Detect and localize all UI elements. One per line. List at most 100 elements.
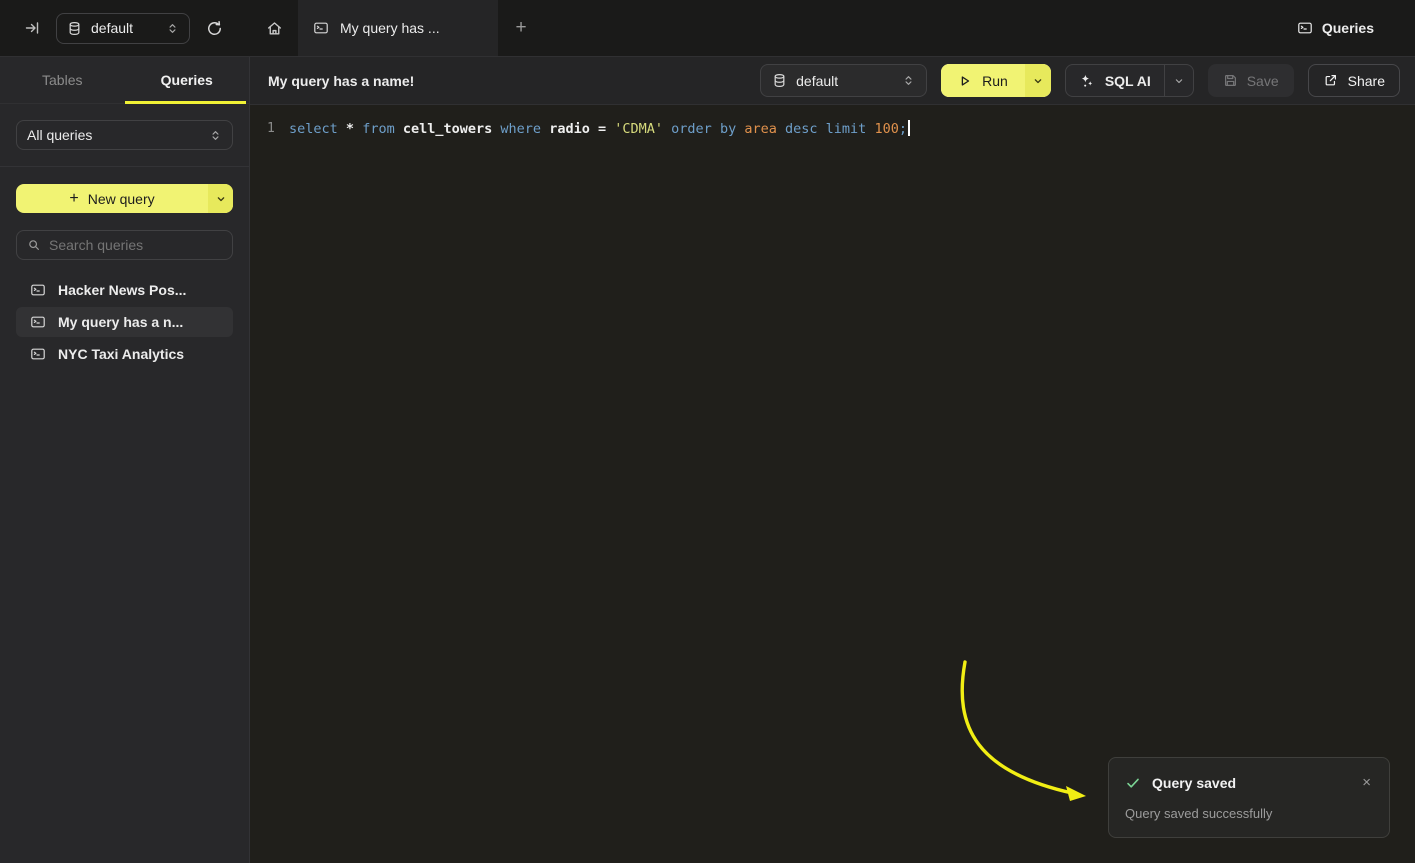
search-icon	[27, 238, 41, 252]
database-icon	[772, 73, 787, 88]
share-export-icon	[1323, 73, 1338, 88]
query-filter-value: All queries	[27, 127, 92, 143]
sidebar-tab-tables-label: Tables	[42, 72, 82, 88]
collapse-sidebar-button[interactable]	[20, 16, 44, 40]
refresh-icon	[206, 20, 223, 37]
main-area: My query has a name! default	[250, 57, 1415, 863]
chevron-updown-icon	[209, 129, 222, 142]
home-tab-button[interactable]	[250, 0, 298, 56]
sql-token: 100	[874, 121, 898, 137]
sql-token: limit	[826, 121, 867, 137]
run-button-label: Run	[982, 73, 1008, 89]
toast-message: Query saved successfully	[1125, 806, 1375, 821]
query-item-label: NYC Taxi Analytics	[58, 346, 184, 362]
query-terminal-icon	[1297, 20, 1313, 36]
sql-token	[663, 121, 671, 137]
save-button-label: Save	[1247, 73, 1279, 89]
sql-token: from	[362, 121, 395, 137]
database-selector-topbar[interactable]: default	[56, 13, 190, 44]
sql-ai-main[interactable]: SQL AI	[1066, 65, 1164, 96]
check-icon	[1125, 775, 1141, 791]
home-icon	[266, 20, 283, 37]
toast-title: Query saved	[1152, 775, 1236, 791]
queries-indicator[interactable]: Queries	[1297, 0, 1415, 56]
database-selector-value: default	[796, 73, 838, 89]
sidebar-tabs: Tables Queries	[0, 57, 249, 104]
query-terminal-icon	[30, 346, 46, 362]
sidebar-tab-queries-label: Queries	[161, 72, 213, 88]
sql-token	[590, 121, 598, 137]
sql-ai-dropdown[interactable]	[1164, 65, 1193, 96]
sparkle-icon	[1079, 73, 1095, 89]
toast-close-button[interactable]: ×	[1358, 773, 1375, 792]
refresh-button[interactable]	[202, 16, 227, 41]
share-button[interactable]: Share	[1308, 64, 1400, 97]
run-button-main[interactable]: Run	[941, 64, 1025, 97]
query-item-label: Hacker News Pos...	[58, 282, 186, 298]
query-title: My query has a name!	[268, 73, 414, 89]
sql-token: 'CDMA'	[614, 121, 663, 137]
close-icon: ×	[1362, 774, 1371, 791]
toast-header: Query saved ×	[1125, 773, 1375, 792]
sql-token	[712, 121, 720, 137]
sql-token: *	[346, 121, 354, 137]
line-number: 1	[250, 121, 275, 136]
sql-editor[interactable]: 1 select * from cell_towers where radio …	[250, 105, 1415, 863]
sidebar-tab-queries[interactable]: Queries	[125, 57, 250, 103]
sql-token	[818, 121, 826, 137]
new-query-main: + New query	[16, 184, 208, 213]
code-line-content: select * from cell_towers where radio = …	[289, 120, 910, 137]
sql-token	[338, 121, 346, 137]
sql-token: desc	[785, 121, 818, 137]
new-tab-button[interactable]: +	[498, 0, 544, 56]
sidebar: Tables Queries All queries + New query	[0, 57, 250, 863]
plus-icon: +	[515, 17, 526, 39]
database-selector-toolbar[interactable]: default	[760, 64, 927, 97]
search-queries-box	[16, 230, 233, 260]
database-icon	[67, 21, 82, 36]
queries-indicator-label: Queries	[1322, 20, 1374, 36]
query-list-item-hacker-news[interactable]: Hacker News Pos...	[16, 275, 233, 305]
topbar-left-section: default	[0, 0, 250, 56]
new-query-dropdown[interactable]	[208, 184, 233, 213]
tab-my-query[interactable]: My query has ...	[298, 0, 498, 56]
query-filter-select[interactable]: All queries	[16, 120, 233, 150]
sql-token	[541, 121, 549, 137]
query-list: Hacker News Pos... My query has a n...	[16, 275, 233, 369]
query-list-item-my-query[interactable]: My query has a n...	[16, 307, 233, 337]
sidebar-divider	[0, 166, 249, 167]
sql-token: ;	[899, 121, 907, 137]
tab-label: My query has ...	[340, 20, 440, 36]
query-item-label: My query has a n...	[58, 314, 183, 330]
chevron-down-icon	[215, 193, 227, 205]
run-button[interactable]: Run	[941, 64, 1051, 97]
tab-strip: My query has ... +	[250, 0, 544, 56]
active-tab-underline	[125, 101, 247, 104]
sql-token	[395, 121, 403, 137]
query-list-item-nyc-taxi[interactable]: NYC Taxi Analytics	[16, 339, 233, 369]
top-bar: default	[0, 0, 1415, 57]
query-terminal-icon	[313, 20, 329, 36]
chevron-updown-icon	[166, 22, 179, 35]
plus-icon: +	[69, 191, 78, 207]
run-options-dropdown[interactable]	[1025, 64, 1051, 97]
pin-right-icon	[24, 20, 40, 36]
chevron-updown-icon	[902, 74, 915, 87]
search-queries-input[interactable]	[49, 237, 222, 253]
chevron-down-icon	[1032, 75, 1044, 87]
sidebar-tab-tables[interactable]: Tables	[0, 57, 125, 103]
query-toolbar: My query has a name! default	[250, 57, 1415, 105]
sql-ai-button[interactable]: SQL AI	[1065, 64, 1194, 97]
chevron-down-icon	[1173, 75, 1185, 87]
sql-token: area	[744, 121, 777, 137]
play-icon	[958, 74, 972, 88]
sql-token: cell_towers	[403, 121, 492, 137]
query-terminal-icon	[30, 282, 46, 298]
save-button[interactable]: Save	[1208, 64, 1294, 97]
new-query-button[interactable]: + New query	[16, 184, 233, 213]
sql-token: order	[671, 121, 712, 137]
sql-token	[354, 121, 362, 137]
share-button-label: Share	[1348, 73, 1385, 89]
sql-token: select	[289, 121, 338, 137]
code-line-1[interactable]: 1 select * from cell_towers where radio …	[250, 118, 1415, 139]
